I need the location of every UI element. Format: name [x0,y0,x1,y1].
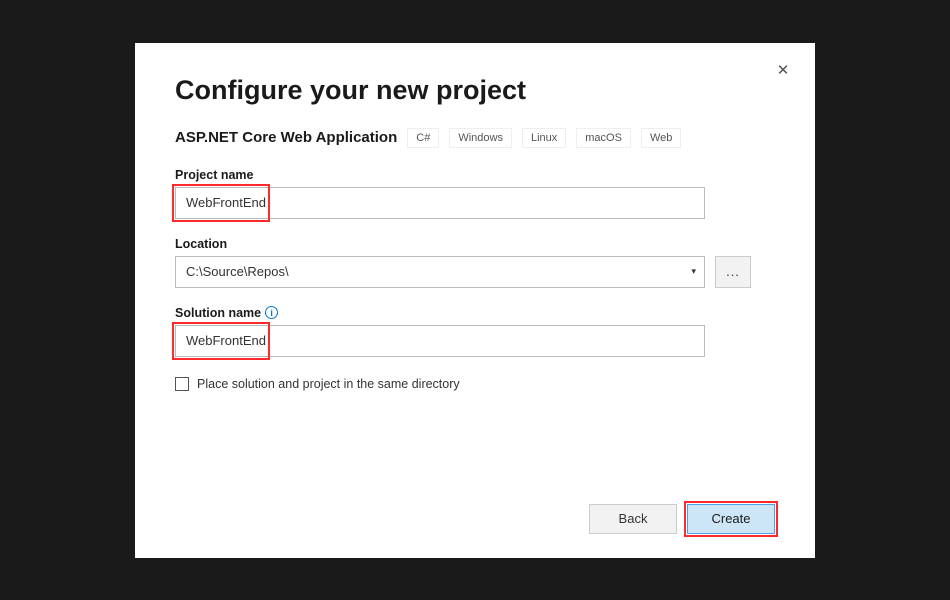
location-value: C:\Source\Repos\ [186,264,289,279]
template-tag: Windows [449,128,512,148]
info-icon[interactable]: i [265,306,278,319]
template-tag: Linux [522,128,566,148]
template-name: ASP.NET Core Web Application [175,129,397,146]
project-name-label: Project name [175,168,775,182]
template-tag: Web [641,128,681,148]
same-directory-label: Place solution and project in the same d… [197,377,460,391]
project-name-input[interactable] [175,187,705,219]
template-tag: macOS [576,128,631,148]
same-directory-option[interactable]: Place solution and project in the same d… [175,377,775,391]
browse-button[interactable]: ... [715,256,751,288]
create-button[interactable]: Create [687,504,775,534]
configure-project-dialog: ✕ Configure your new project ASP.NET Cor… [135,43,815,558]
solution-name-input[interactable] [175,325,705,357]
same-directory-checkbox[interactable] [175,377,189,391]
chevron-down-icon: ▾ [691,266,696,277]
template-row: ASP.NET Core Web Application C# Windows … [175,128,775,148]
back-button[interactable]: Back [589,504,677,534]
solution-name-label-text: Solution name [175,306,261,320]
location-label: Location [175,237,775,251]
location-dropdown[interactable]: C:\Source\Repos\ ▾ [175,256,705,288]
template-tag: C# [407,128,439,148]
dialog-heading: Configure your new project [175,75,775,106]
dialog-footer: Back Create [589,504,775,534]
solution-name-label: Solution name i [175,306,775,320]
close-icon[interactable]: ✕ [773,61,793,81]
